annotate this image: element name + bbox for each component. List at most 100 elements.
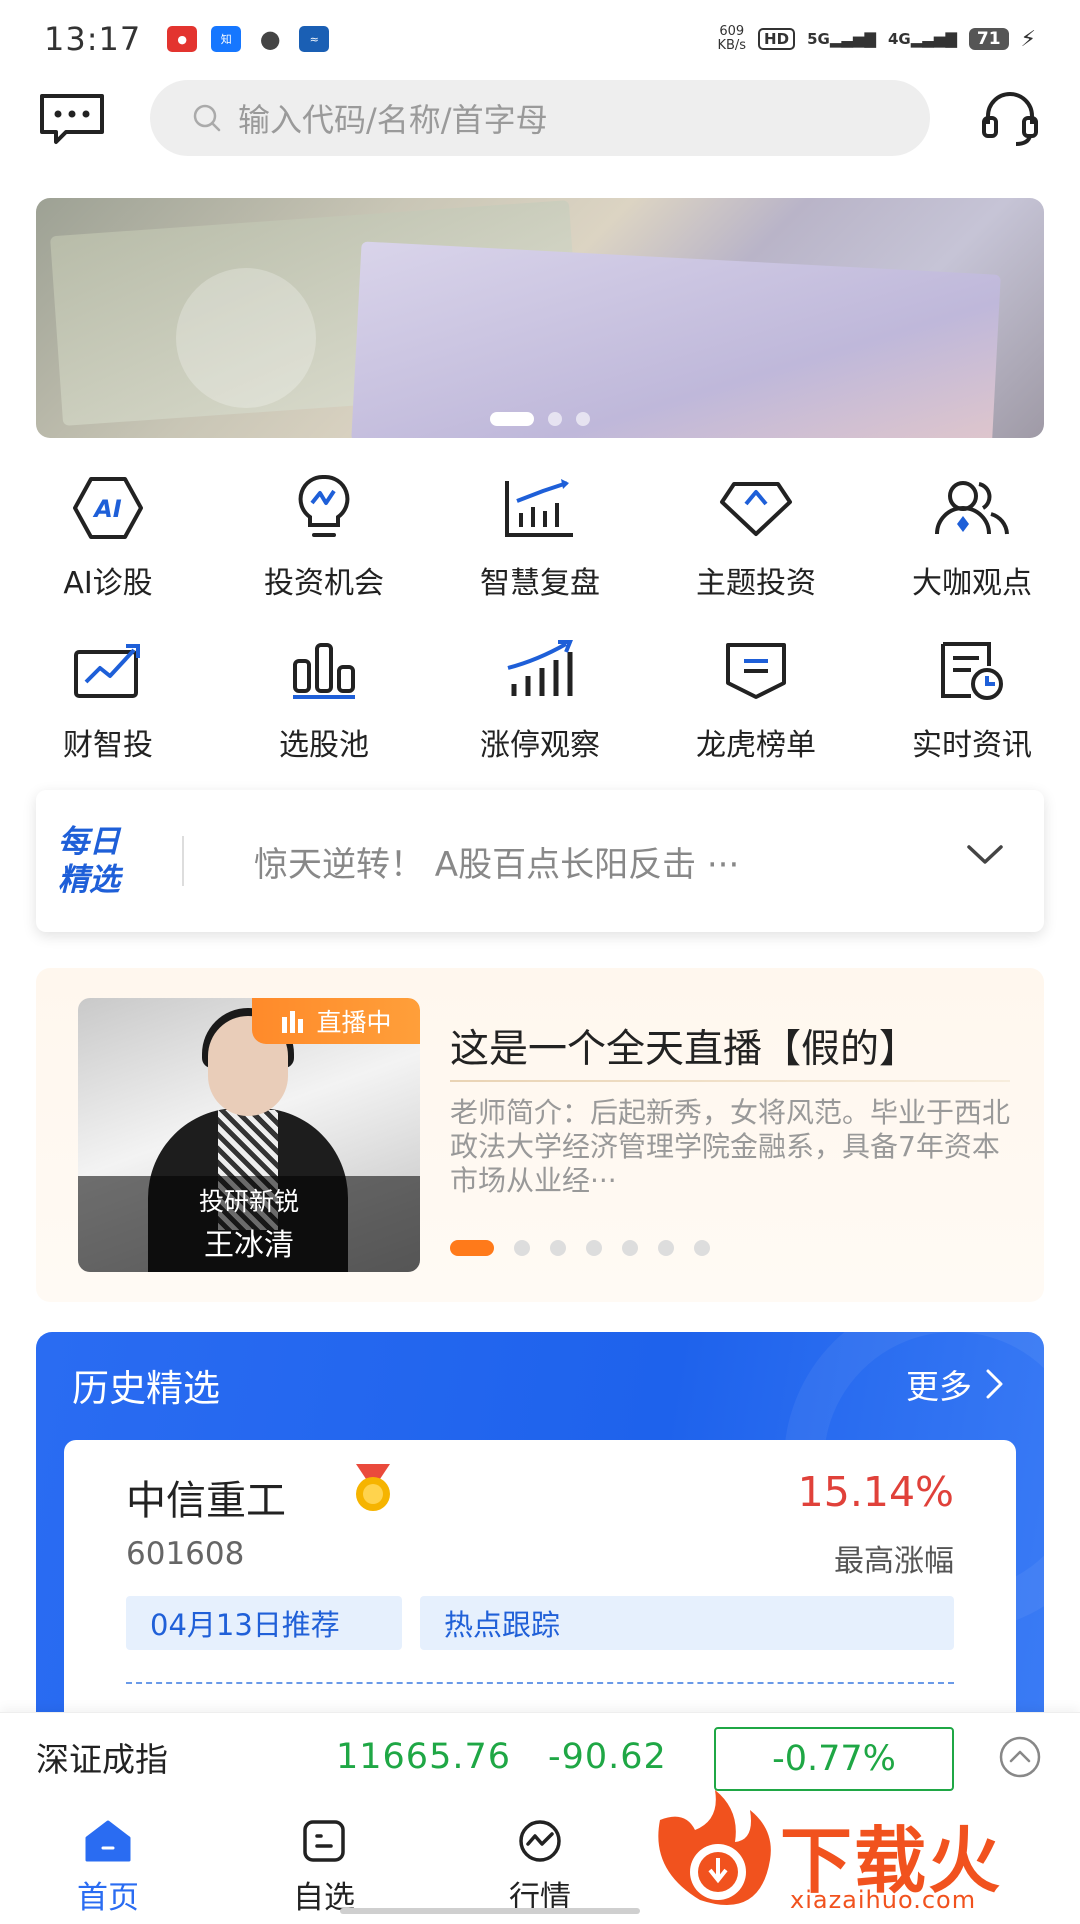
banner-icon — [716, 634, 796, 706]
trend-board-icon — [68, 634, 148, 706]
menu-label: AI诊股 — [63, 566, 153, 601]
menu-investment-opportunity[interactable]: 投资机会 — [216, 472, 432, 602]
headset-icon[interactable] — [978, 88, 1042, 148]
live-bars-icon — [282, 1011, 304, 1033]
live-title[interactable]: 这是一个全天直播【假的】 — [450, 1018, 918, 1074]
feature-menu-row2: 财智投 选股池 涨停观察 龙虎榜单 实时资讯 — [0, 634, 1080, 764]
stock-name: 中信重工 — [126, 1478, 286, 1524]
ai-diagnosis-icon: AI — [68, 472, 148, 544]
carousel-dot-active — [490, 412, 534, 426]
rising-bars-icon — [500, 634, 580, 706]
carousel-dot — [622, 1240, 638, 1256]
carousel-dots — [36, 412, 1044, 426]
live-badge: 直播中 — [252, 998, 420, 1044]
menu-label: 财智投 — [63, 728, 153, 763]
history-picks-section: 历史精选 更多 中信重工 601608 15.14% 最高涨幅 04月13日推荐… — [36, 1332, 1044, 1712]
columns-icon — [284, 634, 364, 706]
index-value: 11665.76 — [336, 1736, 512, 1777]
menu-expert-views[interactable]: 大咖观点 — [864, 472, 1080, 602]
tab-home[interactable]: 首页 — [0, 1800, 216, 1920]
menu-label: 涨停观察 — [480, 728, 600, 763]
daily-logo-line2: 精选 — [58, 862, 120, 898]
site-watermark: 下载火 xiazaihuo.com — [640, 1780, 1080, 1920]
svg-text:AI: AI — [92, 495, 122, 523]
tab-market[interactable]: 行情 — [432, 1800, 648, 1920]
menu-dragon-tiger-list[interactable]: 龙虎榜单 — [648, 634, 864, 764]
teacher-photo[interactable]: 投研新锐 王冰清 直播中 — [78, 998, 420, 1272]
live-badge-label: 直播中 — [316, 1008, 392, 1037]
search-icon — [193, 104, 221, 132]
daily-pick-bar[interactable]: 每日 精选 惊天逆转！ A股百点长阳反击 ··· — [36, 790, 1044, 932]
menu-label: 投资机会 — [264, 566, 384, 601]
carousel-dot — [548, 412, 562, 426]
chevron-up-circle-icon[interactable] — [998, 1735, 1042, 1779]
status-time: 13:17 — [44, 20, 142, 58]
divider — [182, 836, 184, 886]
search-input[interactable]: 输入代码/名称/首字母 — [150, 80, 930, 156]
menu-theme-investment[interactable]: 主题投资 — [648, 472, 864, 602]
menu-ai-diagnosis[interactable]: AI AI诊股 — [0, 472, 216, 602]
live-stream-card[interactable]: 投研新锐 王冰清 直播中 这是一个全天直播【假的】 老师简介：后起新秀，女将风范… — [36, 968, 1044, 1302]
bar-chart-icon — [500, 472, 580, 544]
promo-banner[interactable] — [36, 198, 1044, 438]
feature-menu-row1: AI AI诊股 投资机会 智慧复盘 主题投资 大咖观点 — [0, 472, 1080, 602]
diamond-icon — [716, 472, 796, 544]
carousel-dot-active — [450, 1240, 494, 1256]
app-icon: ≈ — [299, 26, 330, 52]
section-title: 历史精选 — [72, 1367, 220, 1410]
menu-smart-invest[interactable]: 财智投 — [0, 634, 216, 764]
menu-label: 主题投资 — [696, 566, 816, 601]
recommend-date-tag: 04月13日推荐 — [126, 1596, 402, 1650]
carousel-dot — [586, 1240, 602, 1256]
max-gain-label: 最高涨幅 — [834, 1544, 954, 1579]
banner-image-3 — [176, 268, 316, 408]
weibo-icon: ● — [167, 26, 198, 52]
menu-label: 选股池 — [279, 728, 369, 763]
carousel-dot — [658, 1240, 674, 1256]
teacher-tagline: 投研新锐 — [198, 1187, 299, 1216]
zhihu-icon: 知 — [211, 26, 242, 52]
menu-label: 实时资讯 — [912, 728, 1032, 763]
menu-stock-pool[interactable]: 选股池 — [216, 634, 432, 764]
top-bar: 输入代码/名称/首字母 — [0, 78, 1080, 158]
live-carousel-dots — [450, 1240, 710, 1256]
carousel-dot — [550, 1240, 566, 1256]
battery-icon: 71 — [968, 28, 1009, 50]
watermark-url: xiazaihuo.com — [790, 1886, 977, 1914]
stock-code: 601608 — [126, 1536, 245, 1572]
menu-limit-up-watch[interactable]: 涨停观察 — [432, 634, 648, 764]
market-trend-icon — [519, 1820, 561, 1862]
daily-logo-line1: 每日 — [58, 824, 120, 860]
lightbulb-icon — [284, 472, 364, 544]
menu-realtime-news[interactable]: 实时资讯 — [864, 634, 1080, 764]
message-icon[interactable] — [38, 92, 106, 148]
news-clock-icon — [932, 634, 1012, 706]
network-speed-value: 609 — [719, 24, 745, 39]
network-speed: 609 KB/s — [717, 25, 746, 53]
live-description: 老师简介：后起新秀，女将风范。毕业于西北政法大学经济管理学院金融系，具备7年资本… — [450, 1096, 1011, 1197]
daily-headline[interactable]: 惊天逆转！ A股百点长阳反击 ··· — [254, 837, 739, 886]
carousel-dot — [576, 412, 590, 426]
chat-bubble-icon: ● — [259, 25, 281, 53]
stock-pick-card[interactable]: 中信重工 601608 15.14% 最高涨幅 04月13日推荐 热点跟踪 — [64, 1440, 1016, 1712]
search-placeholder: 输入代码/名称/首字母 — [238, 101, 548, 139]
more-link[interactable]: 更多 — [906, 1360, 1004, 1408]
hot-tracking-tag: 热点跟踪 — [420, 1596, 954, 1650]
home-indicator[interactable] — [340, 1908, 640, 1914]
medal-icon — [356, 1464, 390, 1511]
menu-label: 龙虎榜单 — [696, 728, 816, 763]
status-bar: 13:17 ● 知 ● ≈ 609 KB/s HD 5G▂▃▅▇ 4G▂▃▅▇ … — [0, 0, 1080, 78]
teacher-name: 王冰清 — [204, 1228, 294, 1263]
menu-smart-review[interactable]: 智慧复盘 — [432, 472, 648, 602]
net-5g-label: 5G — [807, 30, 830, 48]
tab-watchlist[interactable]: 自选 — [216, 1800, 432, 1920]
carousel-dot — [694, 1240, 710, 1256]
net-4g-label: 4G — [887, 30, 911, 48]
divider — [450, 1080, 1010, 1082]
hd-icon: HD — [758, 28, 796, 50]
banner-image-2 — [351, 241, 1001, 438]
status-app-icons: ● 知 ● ≈ — [167, 25, 330, 53]
chevron-down-icon[interactable] — [966, 844, 1004, 866]
more-label: 更多 — [906, 1367, 972, 1406]
index-name: 深证成指 — [36, 1739, 168, 1779]
